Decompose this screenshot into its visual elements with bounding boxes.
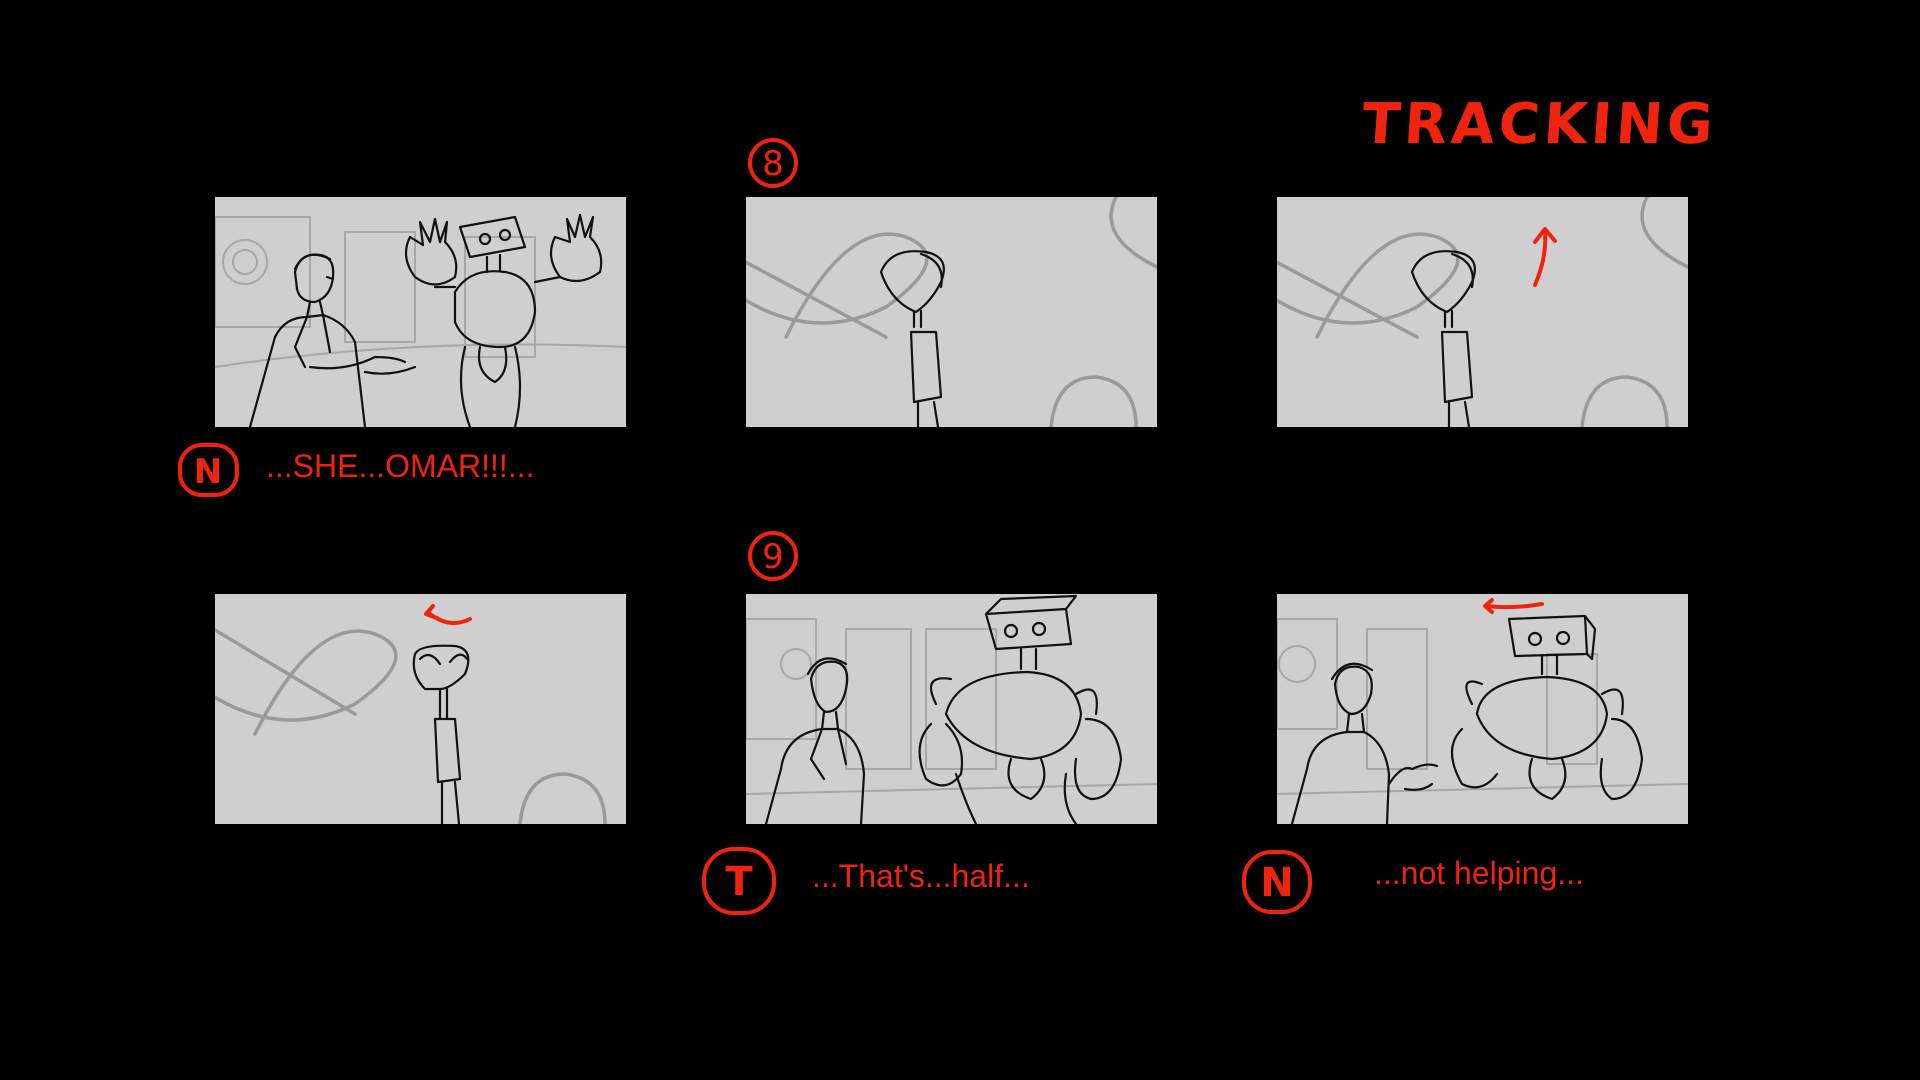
- svg-text:8: 8: [762, 144, 784, 184]
- shot-number-9: 9: [747, 530, 799, 582]
- character-badge-t: T: [700, 845, 778, 917]
- svg-text:N: N: [194, 452, 222, 492]
- tracking-annotation: TRACKING: [1359, 92, 1720, 157]
- shot-number-8: 8: [747, 137, 799, 189]
- svg-text:N: N: [1260, 860, 1293, 906]
- svg-text:T: T: [725, 859, 753, 905]
- svg-text:9: 9: [762, 537, 784, 577]
- narrator-badge-2: N: [1240, 848, 1314, 916]
- dialogue-caption-3: ...not helping...: [1374, 855, 1584, 891]
- narrator-badge: N: [176, 441, 241, 499]
- dialogue-caption-2: ...That's...half...: [812, 858, 1030, 894]
- storyboard-panel-3[interactable]: [1277, 197, 1688, 427]
- storyboard-panel-1[interactable]: [215, 197, 626, 427]
- storyboard-panel-5[interactable]: [746, 594, 1157, 824]
- storyboard-panel-4[interactable]: [215, 594, 626, 824]
- storyboard-panel-2[interactable]: [746, 197, 1157, 427]
- storyboard-panel-6[interactable]: [1277, 594, 1688, 824]
- dialogue-caption-1: ...SHE...OMAR!!!...: [266, 448, 535, 484]
